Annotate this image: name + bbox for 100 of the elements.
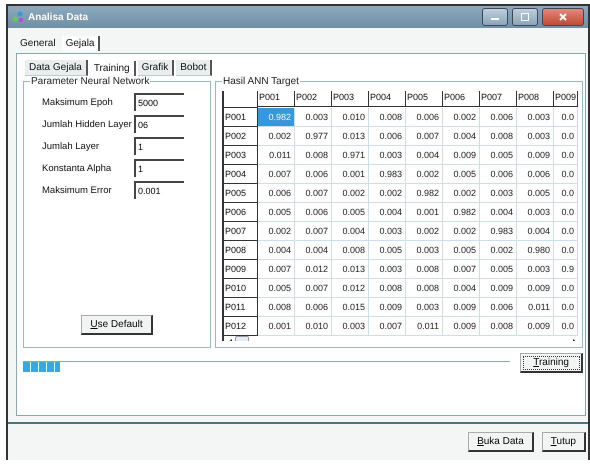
table-cell[interactable]: 0.003 <box>369 146 406 165</box>
table-cell[interactable]: 0.002 <box>332 184 369 203</box>
table-cell[interactable]: 0.0 <box>554 203 578 222</box>
tab[interactable]: General <box>16 36 60 51</box>
tab[interactable]: Bobot <box>176 60 212 76</box>
table-cell[interactable]: 0.008 <box>480 127 517 146</box>
table-cell[interactable]: 0.013 <box>332 260 369 279</box>
table-cell[interactable]: 0.009 <box>443 317 480 336</box>
table-cell[interactable]: 0.003 <box>480 184 517 203</box>
table-cell[interactable]: 0.983 <box>369 165 406 184</box>
table-cell[interactable]: 0.002 <box>369 184 406 203</box>
table-cell[interactable]: 0.0 <box>554 165 578 184</box>
close-button[interactable] <box>542 8 584 26</box>
table-cell[interactable]: 0.007 <box>295 184 332 203</box>
table-cell[interactable]: 0.003 <box>332 317 369 336</box>
table-cell[interactable]: 0.009 <box>517 317 554 336</box>
use-default-button[interactable]: Use Default <box>81 315 153 335</box>
table-cell[interactable]: 0.004 <box>295 241 332 260</box>
table-cell[interactable]: 0.008 <box>480 317 517 336</box>
table-cell[interactable]: 0.008 <box>369 279 406 298</box>
table-cell[interactable]: 0.0 <box>554 108 578 127</box>
table-cell[interactable]: 0.004 <box>443 279 480 298</box>
table-cell[interactable]: 0.015 <box>332 298 369 317</box>
table-cell[interactable]: 0.007 <box>258 260 295 279</box>
table-cell[interactable]: 0.002 <box>480 241 517 260</box>
table-cell[interactable]: 0.003 <box>517 108 554 127</box>
table-cell[interactable]: 0.002 <box>443 108 480 127</box>
table-cell[interactable]: 0.007 <box>295 222 332 241</box>
minimize-button[interactable] <box>482 8 508 26</box>
table-cell[interactable]: 0.003 <box>517 260 554 279</box>
table-cell[interactable]: 0.006 <box>258 184 295 203</box>
table-cell[interactable]: 0.0 <box>554 146 578 165</box>
table-cell[interactable]: 0.001 <box>258 317 295 336</box>
table-cell[interactable]: 0.005 <box>480 260 517 279</box>
table-cell[interactable]: 0.004 <box>517 222 554 241</box>
table-cell[interactable]: 0.005 <box>369 241 406 260</box>
table-cell[interactable]: 0.010 <box>295 317 332 336</box>
table-cell[interactable]: 0.980 <box>517 241 554 260</box>
table-cell[interactable]: 0.006 <box>295 298 332 317</box>
input-field[interactable]: 1 <box>134 159 184 177</box>
table-cell[interactable]: 0.002 <box>406 222 443 241</box>
input-field[interactable]: 06 <box>134 115 184 133</box>
table-cell[interactable]: 0.007 <box>369 317 406 336</box>
dialog-button[interactable]: Buka Data <box>468 432 534 452</box>
table-cell[interactable]: 0.006 <box>369 127 406 146</box>
table-cell[interactable]: 0.003 <box>369 260 406 279</box>
table-cell[interactable]: 0.008 <box>295 146 332 165</box>
tab[interactable]: Grafik <box>138 60 174 76</box>
table-cell[interactable]: 0.002 <box>443 222 480 241</box>
table-cell[interactable]: 0.003 <box>295 108 332 127</box>
table-cell[interactable]: 0.005 <box>443 165 480 184</box>
table-cell[interactable]: 0.004 <box>332 222 369 241</box>
table-cell[interactable]: 0.004 <box>443 127 480 146</box>
table-cell[interactable]: 0.007 <box>406 127 443 146</box>
table-cell[interactable]: 0.009 <box>369 298 406 317</box>
maximize-button[interactable] <box>512 8 538 26</box>
table-cell[interactable]: 0.004 <box>406 146 443 165</box>
table-cell[interactable]: 0.002 <box>258 222 295 241</box>
tab[interactable]: Gejala <box>62 36 100 51</box>
table-cell[interactable]: 0.002 <box>406 165 443 184</box>
table-cell[interactable]: 0.008 <box>369 108 406 127</box>
table-cell[interactable]: 0.004 <box>480 203 517 222</box>
table-cell[interactable]: 0.006 <box>480 108 517 127</box>
table-cell[interactable]: 0.011 <box>406 317 443 336</box>
table-cell[interactable]: 0.9 <box>554 260 578 279</box>
table-cell[interactable]: 0.012 <box>332 279 369 298</box>
table-cell[interactable]: 0.011 <box>517 298 554 317</box>
table-cell[interactable]: 0.005 <box>258 203 295 222</box>
table-cell[interactable]: 0.008 <box>258 298 295 317</box>
table-cell[interactable]: 0.006 <box>480 165 517 184</box>
table-cell[interactable]: 0.004 <box>258 241 295 260</box>
table-cell[interactable]: 0.009 <box>517 146 554 165</box>
table-cell[interactable]: 0.005 <box>258 279 295 298</box>
table-cell[interactable]: 0.007 <box>295 279 332 298</box>
table-cell[interactable]: 0.011 <box>258 146 295 165</box>
table-cell[interactable]: 0.009 <box>443 298 480 317</box>
table-cell[interactable]: 0.007 <box>258 165 295 184</box>
table-cell[interactable]: 0.005 <box>517 184 554 203</box>
table-cell[interactable]: 0.0 <box>554 184 578 203</box>
table-cell[interactable]: 0.009 <box>517 279 554 298</box>
table-cell[interactable]: 0.006 <box>295 203 332 222</box>
tab[interactable]: Data Gejala <box>25 60 88 76</box>
table-cell[interactable]: 0.005 <box>480 146 517 165</box>
table-cell[interactable]: 0.005 <box>443 241 480 260</box>
table-cell[interactable]: 0.982 <box>406 184 443 203</box>
table-cell[interactable]: 0.001 <box>406 203 443 222</box>
table-cell[interactable]: 0.006 <box>517 165 554 184</box>
table-cell[interactable]: 0.003 <box>406 241 443 260</box>
table-cell[interactable]: 0.982 <box>443 203 480 222</box>
table-cell[interactable]: 0.008 <box>332 241 369 260</box>
table-cell[interactable]: 0.0 <box>554 298 578 317</box>
table-cell[interactable]: 0.0 <box>554 317 578 336</box>
table-cell[interactable]: 0.005 <box>332 203 369 222</box>
table-cell[interactable]: 0.012 <box>295 260 332 279</box>
table-cell[interactable]: 0.006 <box>295 165 332 184</box>
table-cell[interactable]: 0.983 <box>480 222 517 241</box>
table-cell[interactable]: 0.006 <box>406 108 443 127</box>
table-cell[interactable]: 0.977 <box>295 127 332 146</box>
input-field[interactable]: 5000 <box>134 93 184 111</box>
table-cell[interactable]: 0.013 <box>332 127 369 146</box>
